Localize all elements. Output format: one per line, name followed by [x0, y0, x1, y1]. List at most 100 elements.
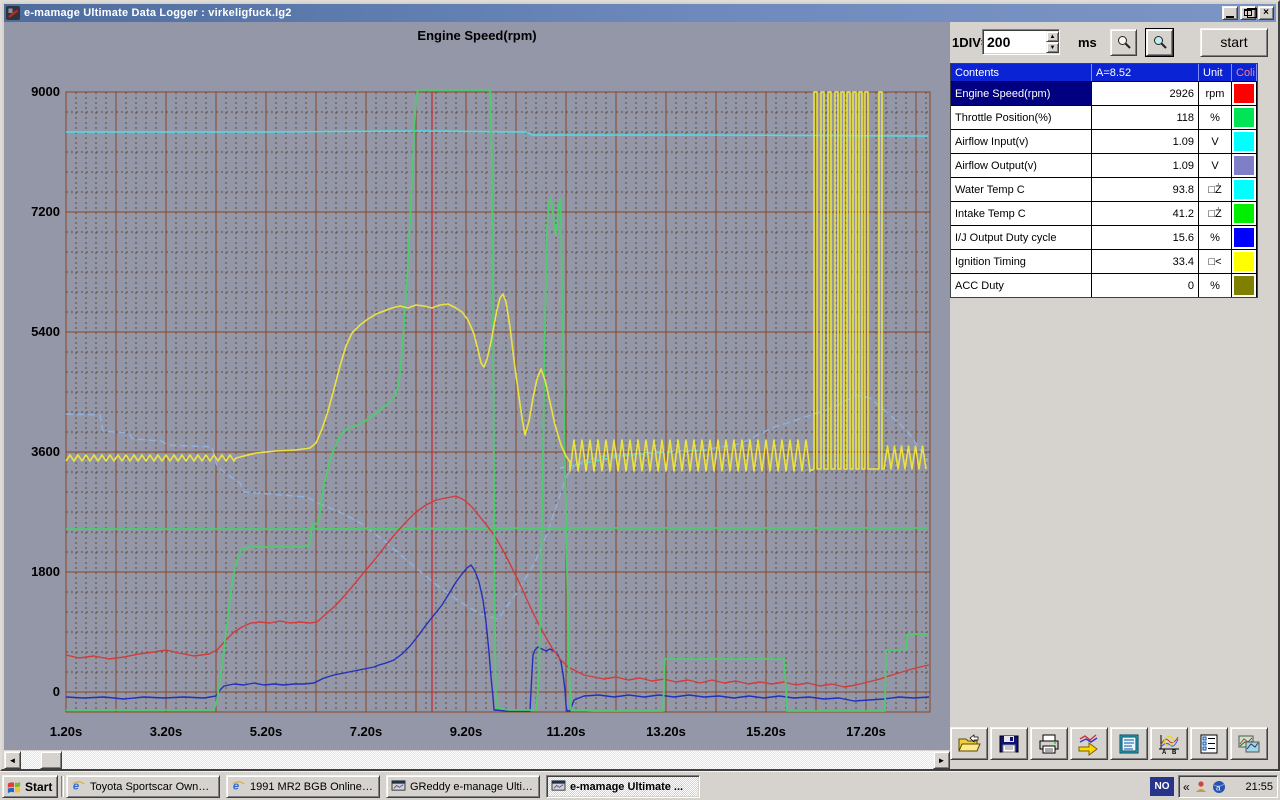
file-toolbar: AB — [950, 727, 1268, 760]
channel-name[interactable]: Airflow Output(v) — [951, 154, 1092, 177]
y-tick-label: 3600 — [31, 444, 60, 459]
scrollbar-thumb[interactable] — [40, 751, 62, 769]
channel-unit: % — [1199, 274, 1232, 297]
task-button[interactable]: e 1991 MR2 BGB Online - ... — [226, 775, 380, 798]
channel-unit: □Ż — [1199, 202, 1232, 225]
channel-row[interactable]: Water Temp C 93.8 □Ż — [951, 177, 1257, 201]
zoom-in-button[interactable] — [1145, 28, 1174, 57]
compare-icon: AB — [1151, 732, 1187, 756]
taskbar: Start e Toyota Sportscar Owner... e 1991 MR… — [0, 771, 1280, 800]
task-button[interactable]: e-mamage Ultimate ... — [546, 775, 700, 798]
channel-row[interactable]: Ignition Timing 33.4 □< — [951, 249, 1257, 273]
channel-unit: V — [1199, 154, 1232, 177]
task-label: GReddy e-manage Ultim... — [410, 780, 535, 793]
channel-name[interactable]: Airflow Input(v) — [951, 130, 1092, 153]
magnifier-icon — [1117, 36, 1131, 49]
titlebar[interactable]: e-mamage Ultimate Data Logger : virkelig… — [4, 4, 1276, 22]
list-view-button[interactable] — [1110, 727, 1148, 760]
channel-color-cell[interactable] — [1232, 106, 1257, 129]
channel-row[interactable]: Airflow Output(v) 1.09 V — [951, 153, 1257, 177]
x-tick-label: 3.20s — [149, 724, 183, 739]
x-tick-label: 11.20s — [546, 724, 586, 739]
div-spinner: ▲ ▼ — [1046, 31, 1059, 53]
channel-name[interactable]: Water Temp C — [951, 178, 1092, 201]
channel-color-cell[interactable] — [1232, 226, 1257, 249]
header-unit: Unit — [1199, 64, 1232, 81]
spinner-down-icon[interactable]: ▼ — [1046, 42, 1059, 53]
close-button[interactable]: × — [1258, 6, 1274, 20]
channel-cursor-value: 15.6 — [1092, 226, 1199, 249]
language-indicator[interactable]: NO — [1150, 777, 1174, 796]
zoom-out-button[interactable] — [1110, 29, 1137, 56]
restore-button[interactable] — [1240, 6, 1256, 20]
channel-name[interactable]: Engine Speed(rpm) — [951, 82, 1092, 105]
color-swatch[interactable] — [1234, 156, 1254, 175]
print-button[interactable] — [1030, 727, 1068, 760]
scroll-left-button[interactable]: ◄ — [4, 751, 21, 769]
messenger-icon[interactable] — [1194, 780, 1208, 794]
scroll-right-button[interactable]: ► — [933, 751, 950, 769]
start-label: Start — [25, 779, 53, 794]
y-tick-label: 0 — [52, 684, 60, 699]
open-icon — [951, 732, 987, 756]
channel-row[interactable]: Airflow Input(v) 1.09 V — [951, 129, 1257, 153]
list-view-icon — [1111, 732, 1147, 756]
color-swatch[interactable] — [1234, 276, 1254, 295]
color-swatch[interactable] — [1234, 204, 1254, 223]
tray-chevron-icon[interactable]: « — [1183, 780, 1190, 794]
channel-name[interactable]: Throttle Position(%) — [951, 106, 1092, 129]
start-menu-button[interactable]: Start — [2, 775, 58, 798]
overlay-button[interactable] — [1230, 727, 1268, 760]
color-swatch[interactable] — [1234, 132, 1254, 151]
channel-name[interactable]: Ignition Timing — [951, 250, 1092, 273]
channel-color-cell[interactable] — [1232, 82, 1257, 105]
compare-button[interactable]: AB — [1150, 727, 1188, 760]
channel-name[interactable]: ACC Duty — [951, 274, 1092, 297]
channel-name[interactable]: I/J Output Duty cycle — [951, 226, 1092, 249]
task-button[interactable]: GReddy e-manage Ultim... — [386, 775, 540, 798]
task-button[interactable]: e Toyota Sportscar Owner... — [66, 775, 220, 798]
color-swatch[interactable] — [1234, 84, 1254, 103]
report-button[interactable] — [1190, 727, 1228, 760]
start-logging-button[interactable]: start — [1200, 28, 1268, 57]
x-tick-label: 5.20s — [249, 724, 283, 739]
color-swatch[interactable] — [1234, 108, 1254, 127]
channel-color-cell[interactable] — [1232, 130, 1257, 153]
horizontal-scrollbar[interactable]: ◄ ► — [4, 751, 950, 769]
channel-row[interactable]: Throttle Position(%) 118% — [951, 105, 1257, 129]
channel-row[interactable]: I/J Output Duty cycle 15.6% — [951, 225, 1257, 249]
channel-color-cell[interactable] — [1232, 274, 1257, 297]
open-button[interactable] — [950, 727, 988, 760]
save-button[interactable] — [990, 727, 1028, 760]
channel-row[interactable]: Intake Temp C 41.2 □Ż — [951, 201, 1257, 225]
channel-color-cell[interactable] — [1232, 154, 1257, 177]
channel-row[interactable]: ACC Duty 0% — [951, 273, 1257, 297]
color-swatch[interactable] — [1234, 228, 1254, 247]
channel-color-cell[interactable] — [1232, 202, 1257, 225]
window-title: e-mamage Ultimate Data Logger : virkelig… — [24, 7, 292, 19]
channel-cursor-value: 1.09 — [1092, 130, 1199, 153]
channel-color-cell[interactable] — [1232, 178, 1257, 201]
channel-unit: % — [1199, 106, 1232, 129]
app-icon — [391, 779, 406, 795]
spinner-up-icon[interactable]: ▲ — [1046, 31, 1059, 42]
series-intake-temp-c — [66, 527, 928, 530]
channel-cursor-value: 33.4 — [1092, 250, 1199, 273]
chart-plot[interactable] — [4, 22, 950, 722]
channel-name[interactable]: Intake Temp C — [951, 202, 1092, 225]
x-tick-label: 15.20s — [746, 724, 786, 739]
channel-color-cell[interactable] — [1232, 250, 1257, 273]
channel-cursor-value: 1.09 — [1092, 154, 1199, 177]
channel-unit: % — [1199, 226, 1232, 249]
channel-unit: □Ż — [1199, 178, 1232, 201]
channel-cursor-value: 41.2 — [1092, 202, 1199, 225]
color-swatch[interactable] — [1234, 252, 1254, 271]
ie-icon: e — [231, 778, 246, 795]
globe-a-icon[interactable]: a — [1212, 780, 1226, 794]
color-swatch[interactable] — [1234, 180, 1254, 199]
export-button[interactable] — [1070, 727, 1108, 760]
save-icon — [991, 732, 1027, 756]
minimize-button[interactable] — [1222, 6, 1238, 20]
channel-cursor-value: 2926 — [1092, 82, 1199, 105]
channel-row[interactable]: Engine Speed(rpm) 2926 rpm — [951, 81, 1257, 105]
